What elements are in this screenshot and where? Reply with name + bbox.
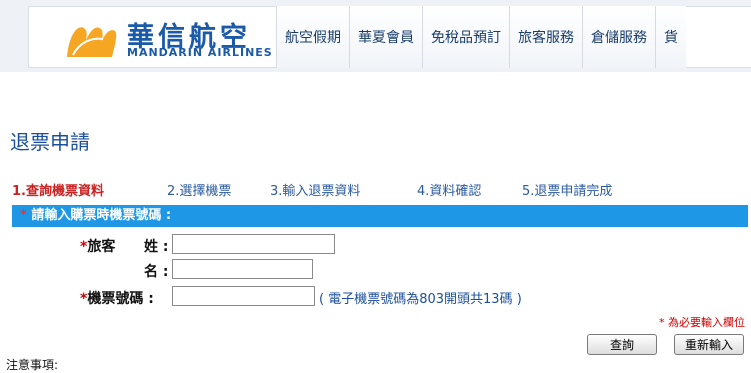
nav-item-duty-free[interactable]: 免稅品預訂 [422,6,509,68]
site-header: 華信航空 MANDARIN AIRLINES 航空假期 華夏會員 免稅品預訂 旅… [0,0,751,72]
step-2: 2.選擇機票 [167,184,232,199]
top-navigation: 航空假期 華夏會員 免稅品預訂 旅客服務 倉儲服務 貨 [276,6,686,68]
nav-item-cargo[interactable]: 貨 [655,6,686,68]
required-mark: * [20,208,27,223]
mandarin-airlines-logo[interactable]: 華信航空 MANDARIN AIRLINES [65,17,295,61]
section-header-label: 請輸入購票時機票號碼 : [31,208,172,223]
nav-item-membership[interactable]: 華夏會員 [349,6,422,68]
page-title: 退票申請 [10,130,90,154]
nav-item-storage-services[interactable]: 倉儲服務 [582,6,655,68]
passenger-label-text: 旅客 [87,239,116,255]
ticket-number-input[interactable] [172,286,315,306]
nav-item-passenger-services[interactable]: 旅客服務 [509,6,582,68]
given-name-input[interactable] [172,259,313,279]
ticket-number-label-text: 機票號碼 : [87,291,154,307]
ticket-number-label: *機票號碼 : [80,288,154,308]
given-name-label: 名 : [144,264,169,280]
logo-text-english: MANDARIN AIRLINES [127,46,273,59]
step-1-active: 1.查詢機票資料 [12,184,104,199]
section-header-bar: * 請輸入購票時機票號碼 : [12,205,748,227]
airline-logo-icon [67,27,117,57]
notes-heading: 注意事項: [6,358,59,372]
step-4: 4.資料確認 [417,184,482,199]
nav-item-holidays[interactable]: 航空假期 [276,6,349,68]
step-5: 5.退票申請完成 [522,184,613,199]
reset-button[interactable]: 重新輸入 [674,334,744,355]
surname-input[interactable] [172,234,335,254]
query-button[interactable]: 查詢 [587,334,657,355]
required-field-note: * 為必要輸入欄位 [659,316,745,329]
ticket-number-hint: ( 電子機票號碼為803開頭共13碼 ) [319,292,522,307]
passenger-label: *旅客 [80,236,115,256]
surname-label: 姓 : [144,239,169,255]
step-3: 3.輸入退票資料 [270,184,361,199]
progress-steps: 1.查詢機票資料 2.選擇機票 3.輸入退票資料 4.資料確認 5.退票申請完成 [12,180,751,199]
